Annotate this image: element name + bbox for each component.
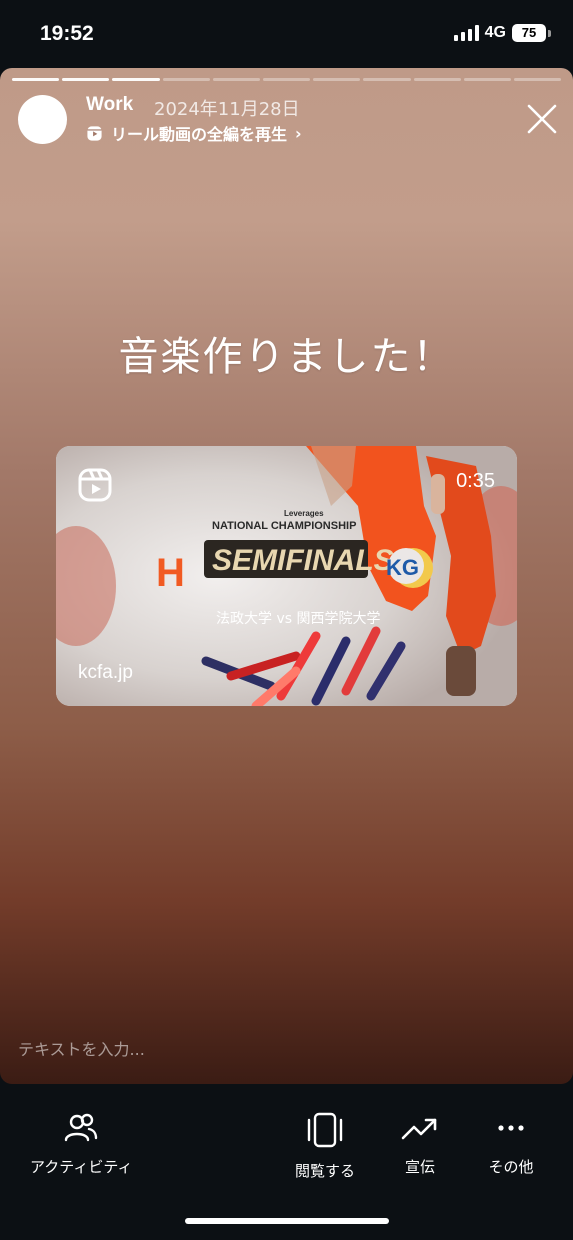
reels-icon bbox=[78, 468, 112, 502]
story-text-input[interactable]: テキストを入力... bbox=[18, 1036, 145, 1060]
reel-duration: 0:35 bbox=[456, 470, 495, 492]
progress-segment bbox=[262, 78, 311, 81]
more-icon bbox=[498, 1125, 524, 1131]
progress-segment bbox=[463, 78, 511, 81]
status-bar: 19:52 4G 75 bbox=[0, 0, 573, 68]
promote-button[interactable]: 宣伝 bbox=[400, 1112, 440, 1177]
battery-tip bbox=[548, 29, 551, 37]
event-title: NATIONAL CHAMPIONSHIP bbox=[212, 520, 356, 532]
more-button[interactable]: その他 bbox=[488, 1112, 534, 1177]
progress-segment bbox=[112, 78, 160, 81]
sponsor-label: Leverages bbox=[284, 509, 324, 518]
progress-segment bbox=[62, 78, 110, 81]
progress-segment bbox=[313, 78, 361, 81]
team-right-logo: KG bbox=[386, 555, 419, 580]
people-icon bbox=[65, 1113, 98, 1142]
story-headline: 音楽作りました！ bbox=[118, 334, 455, 380]
close-icon[interactable] bbox=[525, 102, 559, 136]
chevron-right-icon: › bbox=[295, 123, 302, 143]
reel-link-label: リール動画の全編を再生 bbox=[111, 125, 288, 144]
activity-label: アクティビティ bbox=[30, 1158, 133, 1176]
progress-segment bbox=[363, 78, 411, 81]
reel-preview-card[interactable]: H Leverages NATIONAL CHAMPIONSHIP SEMIFI… bbox=[56, 446, 517, 706]
view-button[interactable]: 閲覧する bbox=[295, 1112, 355, 1181]
team-left-logo: H bbox=[156, 551, 185, 595]
play-full-reel-link[interactable]: リール動画の全編を再生 › bbox=[86, 121, 302, 145]
story-progress-bar bbox=[12, 78, 562, 81]
activity-button[interactable]: アクティビティ bbox=[30, 1112, 132, 1177]
story-view[interactable]: Work 2024年11月28日 リール動画の全編を再生 › 音楽作りました！ bbox=[0, 68, 573, 1084]
reel-domain: kcfa.jp bbox=[78, 662, 133, 683]
reels-icon bbox=[87, 125, 102, 141]
avatar[interactable] bbox=[18, 95, 67, 144]
more-label: その他 bbox=[488, 1158, 534, 1176]
battery-icon: 75 bbox=[512, 24, 546, 42]
view-label: 閲覧する bbox=[295, 1162, 356, 1180]
progress-segment bbox=[212, 78, 260, 81]
phone-frame-icon bbox=[307, 1112, 343, 1148]
home-indicator[interactable] bbox=[185, 1218, 389, 1224]
progress-segment bbox=[162, 78, 210, 81]
bottom-action-bar: アクティビティ 閲覧する 宣伝 その他 bbox=[0, 1084, 573, 1240]
matchup-text: 法政大学 vs 関西学院大学 bbox=[216, 611, 380, 627]
progress-segment bbox=[413, 78, 461, 81]
username[interactable]: Work bbox=[86, 94, 133, 116]
progress-segment bbox=[513, 78, 562, 81]
story-date: 2024年11月28日 bbox=[154, 99, 300, 120]
event-name: SEMIFINALS bbox=[212, 544, 394, 577]
progress-segment bbox=[12, 78, 60, 81]
trending-up-icon bbox=[401, 1118, 437, 1140]
network-type: 4G bbox=[484, 24, 506, 41]
status-indicators: 4G 75 bbox=[453, 24, 551, 42]
promote-label: 宣伝 bbox=[404, 1158, 435, 1176]
signal-icon bbox=[453, 25, 479, 41]
status-time: 19:52 bbox=[40, 22, 94, 45]
